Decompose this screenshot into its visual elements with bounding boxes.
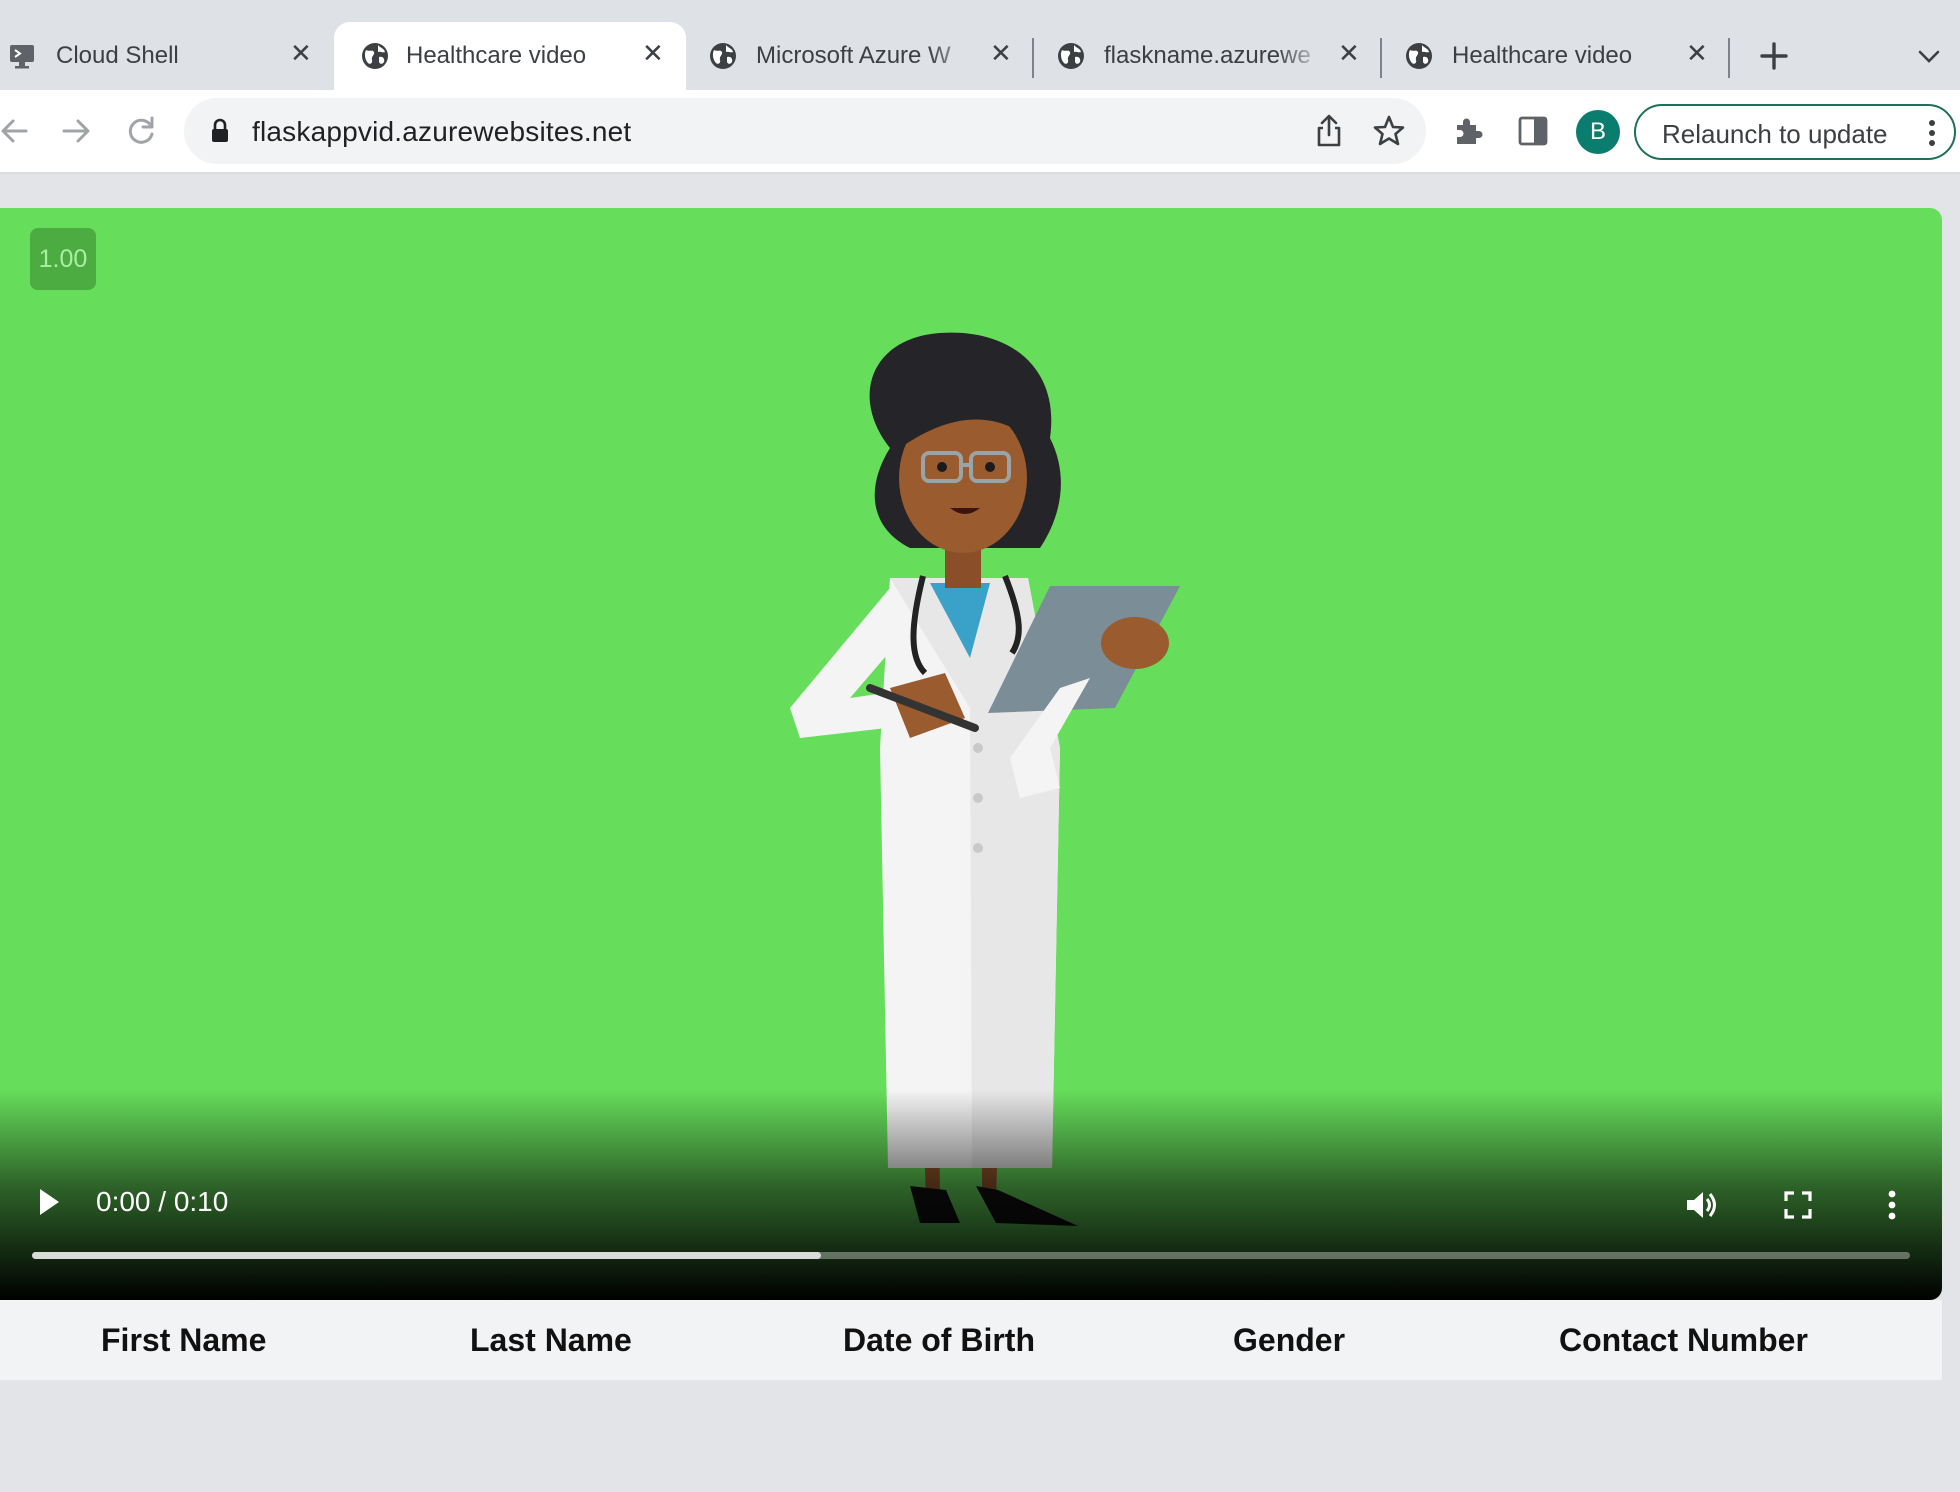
close-icon[interactable]: ✕: [1686, 40, 1708, 66]
tab-healthcare-video[interactable]: Healthcare video ✕: [1384, 22, 1730, 90]
patient-table-header: First Name Last Name Date of Birth Gende…: [0, 1300, 1942, 1380]
tab-title: Microsoft Azure W: [756, 42, 951, 69]
star-icon[interactable]: [1372, 114, 1406, 148]
column-header-date-of-birth: Date of Birth: [843, 1322, 1035, 1358]
back-arrow-icon[interactable]: [0, 116, 30, 146]
time-display: 0:00 / 0:10: [96, 1186, 229, 1217]
column-header-gender: Gender: [1233, 1322, 1346, 1358]
playback-speed-badge[interactable]: 1.00: [30, 228, 96, 290]
tab-flaskname[interactable]: flaskname.azurewe ✕: [1036, 22, 1382, 90]
share-icon[interactable]: [1314, 114, 1344, 148]
controls-gradient: [0, 1090, 1942, 1300]
tab-title: Healthcare video: [406, 42, 587, 69]
seek-bar[interactable]: [32, 1252, 1910, 1259]
fullscreen-icon[interactable]: [1783, 1190, 1813, 1220]
globe-icon: [710, 43, 736, 69]
column-header-contact-number: Contact Number: [1559, 1322, 1808, 1358]
close-icon[interactable]: ✕: [990, 40, 1012, 66]
relaunch-label: Relaunch to update: [1662, 119, 1888, 149]
forward-arrow-icon[interactable]: [60, 116, 92, 146]
close-icon[interactable]: ✕: [290, 40, 312, 66]
tab-separator: [1380, 38, 1382, 78]
address-bar[interactable]: flaskappvid.azurewebsites.net: [184, 98, 1426, 164]
profile-avatar[interactable]: B: [1576, 110, 1620, 154]
globe-icon: [1058, 43, 1084, 69]
tab-microsoft-azure[interactable]: Microsoft Azure W ✕: [688, 22, 1034, 90]
tab-separator: [1728, 38, 1730, 78]
side-panel-icon[interactable]: [1518, 116, 1550, 146]
volume-icon[interactable]: [1684, 1188, 1720, 1222]
tab-title: Healthcare video: [1452, 42, 1633, 69]
tab-title: Cloud Shell: [56, 42, 179, 69]
globe-icon: [362, 43, 388, 69]
kebab-menu-icon[interactable]: [1926, 118, 1938, 148]
tab-separator: [1032, 38, 1034, 78]
extensions-puzzle-icon[interactable]: [1452, 114, 1486, 148]
chevron-down-icon[interactable]: [1916, 44, 1942, 68]
close-icon[interactable]: ✕: [1338, 40, 1360, 66]
column-header-last-name: Last Name: [470, 1322, 632, 1358]
close-icon[interactable]: ✕: [642, 40, 664, 66]
tab-strip: Cloud Shell ✕ Healthcare video ✕ Microso…: [0, 0, 1960, 90]
cloud-shell-icon: [10, 45, 34, 69]
tab-healthcare-video-active[interactable]: Healthcare video ✕: [334, 22, 686, 90]
tab-cloud-shell[interactable]: Cloud Shell ✕: [0, 22, 330, 90]
play-icon[interactable]: [36, 1186, 62, 1218]
more-options-icon[interactable]: [1886, 1188, 1898, 1222]
plus-icon[interactable]: [1758, 40, 1790, 72]
reload-icon[interactable]: [124, 114, 158, 148]
tab-title: flaskname.azurewe: [1104, 42, 1311, 69]
url-text[interactable]: flaskappvid.azurewebsites.net: [252, 116, 631, 148]
buffered-range: [32, 1252, 821, 1259]
relaunch-to-update-button[interactable]: Relaunch to update: [1634, 104, 1956, 160]
column-header-first-name: First Name: [101, 1322, 267, 1358]
lock-icon: [212, 118, 228, 142]
video-player[interactable]: 1.00 0:00 / 0:10: [0, 208, 1942, 1300]
globe-icon: [1406, 43, 1432, 69]
browser-toolbar: flaskappvid.azurewebsites.net B Relaunch…: [0, 90, 1960, 174]
